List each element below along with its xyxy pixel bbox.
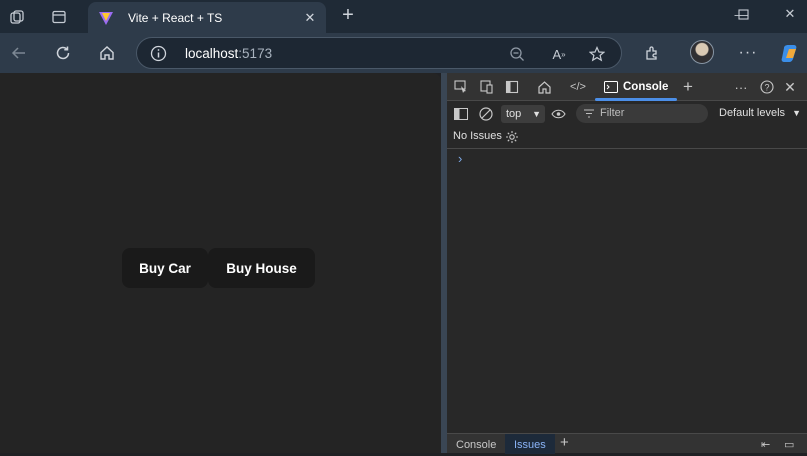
- drawer-tab-console[interactable]: Console: [447, 434, 505, 454]
- more-options-icon[interactable]: ···: [735, 40, 761, 66]
- issues-status: No Issues: [453, 130, 502, 142]
- close-tab-icon[interactable]: ✕: [300, 8, 320, 28]
- console-prompt[interactable]: ›: [458, 151, 462, 166]
- drawer-add-tab-icon[interactable]: +: [551, 434, 578, 454]
- address-bar[interactable]: localhost:5173 A»: [136, 37, 622, 69]
- close-drawer-icon[interactable]: ▭: [775, 434, 803, 454]
- close-window-icon[interactable]: ✕: [767, 3, 807, 25]
- chevron-down-icon: ▼: [532, 109, 541, 119]
- new-tab-button[interactable]: +: [337, 5, 359, 27]
- browser-tab[interactable]: Vite + React + TS ✕: [88, 2, 326, 33]
- vite-logo-icon: [99, 11, 113, 25]
- extensions-icon[interactable]: [639, 40, 665, 66]
- show-sidebar-icon[interactable]: [452, 105, 470, 123]
- toggle-sidebar-icon[interactable]: [503, 78, 521, 96]
- page-viewport: Buy Car Buy House: [0, 73, 441, 453]
- welcome-home-icon[interactable]: [535, 78, 553, 96]
- buy-car-button[interactable]: Buy Car: [122, 248, 208, 288]
- zoom-out-icon[interactable]: [507, 44, 527, 64]
- tab-console-label: Console: [623, 81, 669, 93]
- tab-actions-icon[interactable]: [49, 7, 69, 27]
- device-emulation-icon[interactable]: [478, 78, 496, 96]
- inspect-element-icon[interactable]: [452, 78, 470, 96]
- navigation-bar: localhost:5173 A» ···: [0, 33, 807, 73]
- console-settings-gear-icon[interactable]: [503, 128, 521, 146]
- clear-console-icon[interactable]: [477, 105, 495, 123]
- close-devtools-icon[interactable]: ✕: [781, 78, 799, 96]
- refresh-icon[interactable]: [50, 40, 76, 66]
- devtools-toolbar: </> Console + ··· ? ✕: [447, 73, 807, 101]
- help-icon[interactable]: ?: [758, 78, 776, 96]
- read-aloud-icon[interactable]: A»: [549, 44, 569, 64]
- log-levels-dropdown[interactable]: Default levels ▼: [719, 107, 801, 119]
- devtools-drawer: Console Issues + ⇤ ▭: [447, 433, 807, 454]
- log-levels-label: Default levels: [719, 107, 786, 119]
- favorite-star-icon[interactable]: [587, 44, 607, 64]
- title-bar: Vite + React + TS ✕ + ― ✕: [0, 0, 807, 33]
- filter-input[interactable]: Filter: [576, 104, 708, 123]
- devtools-more-icon[interactable]: ···: [732, 78, 750, 96]
- back-icon[interactable]: [6, 40, 32, 66]
- url-host: localhost: [185, 46, 239, 61]
- filter-placeholder: Filter: [600, 107, 625, 119]
- tab-console[interactable]: Console: [595, 73, 677, 101]
- drawer-tab-issues[interactable]: Issues: [505, 434, 555, 454]
- svg-text:?: ?: [764, 83, 769, 93]
- console-icon: [604, 81, 618, 93]
- devtools-panel: </> Console + ··· ? ✕ top ▼ Filter Defau…: [447, 73, 807, 454]
- live-expression-eye-icon[interactable]: [549, 105, 567, 123]
- maximize-icon[interactable]: [720, 3, 766, 25]
- more-tabs-plus-icon[interactable]: +: [679, 77, 697, 96]
- profile-avatar[interactable]: [690, 40, 714, 64]
- context-value: top: [506, 108, 522, 120]
- home-icon[interactable]: [94, 40, 120, 66]
- chevron-down-icon: ▼: [792, 108, 802, 118]
- workspaces-icon[interactable]: [7, 7, 27, 27]
- site-info-icon[interactable]: [150, 45, 167, 62]
- elements-icon[interactable]: </>: [569, 78, 587, 96]
- url-text: localhost:5173: [185, 46, 272, 61]
- buy-house-button[interactable]: Buy House: [208, 248, 315, 288]
- copilot-icon[interactable]: [777, 40, 803, 66]
- issues-bar: No Issues: [447, 126, 807, 149]
- filter-icon: [584, 109, 594, 118]
- console-toolbar: top ▼ Filter Default levels ▼: [447, 101, 807, 126]
- url-port: :5173: [238, 46, 273, 61]
- tab-title: Vite + React + TS: [128, 10, 223, 25]
- context-select[interactable]: top ▼: [501, 105, 545, 123]
